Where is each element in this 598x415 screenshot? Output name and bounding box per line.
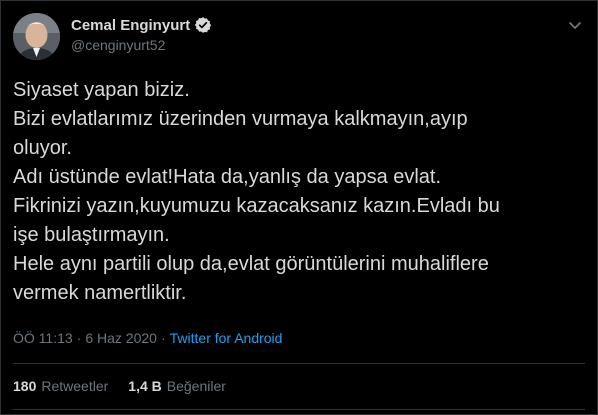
- meta-separator: ·: [160, 330, 166, 346]
- retweets-label: Retweetler: [41, 378, 109, 394]
- author-handle[interactable]: @cenginyurt52: [71, 37, 165, 53]
- chevron-down-icon[interactable]: [566, 16, 584, 34]
- tweet-line: Siyaset yapan biziz.: [13, 79, 190, 101]
- tweet-stats: 180 Retweetler 1,4 B Beğeniler: [13, 378, 226, 394]
- display-name[interactable]: Cemal Enginyurt: [71, 17, 190, 34]
- tweet-line: Hele aynı partili olup da,evlat görüntül…: [13, 253, 489, 275]
- likes-stat[interactable]: 1,4 B Beğeniler: [128, 378, 226, 394]
- retweets-stat[interactable]: 180 Retweetler: [13, 378, 108, 394]
- divider: [13, 409, 585, 410]
- tweet-line: işe bulaştırmayın.: [13, 224, 170, 246]
- retweets-count: 180: [13, 378, 37, 394]
- tweet-line: Fikrinizi yazın,kuyumuzu kazacaksanız ka…: [13, 195, 500, 217]
- source-link[interactable]: Twitter for Android: [170, 330, 283, 346]
- tweet-line: Bizi evlatlarımız üzerinden vurmaya kalk…: [13, 108, 468, 130]
- avatar[interactable]: [13, 13, 60, 60]
- likes-count: 1,4 B: [128, 378, 162, 394]
- tweet-time[interactable]: ÖÖ 11:13: [13, 330, 73, 346]
- verified-badge-icon: [194, 16, 212, 34]
- author-name-row[interactable]: Cemal Enginyurt: [71, 15, 212, 35]
- tweet-date[interactable]: 6 Haz 2020: [85, 330, 157, 346]
- likes-label: Beğeniler: [166, 378, 226, 394]
- divider: [13, 363, 585, 364]
- tweet-line: Adı üstünde evlat!Hata da,yanlış da yaps…: [13, 166, 442, 188]
- tweet-meta: ÖÖ 11:13 · 6 Haz 2020 · Twitter for Andr…: [13, 330, 282, 346]
- tweet-line: vermek namertliktir.: [13, 282, 187, 304]
- tweet-line: oluyor.: [13, 137, 72, 159]
- tweet-text: Siyaset yapan biziz. Bizi evlatlarımız ü…: [13, 76, 583, 308]
- meta-separator: ·: [76, 330, 82, 346]
